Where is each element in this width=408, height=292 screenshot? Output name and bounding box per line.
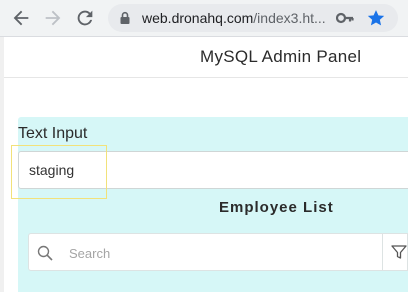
text-input-field[interactable] — [18, 151, 408, 189]
star-icon[interactable] — [366, 8, 386, 28]
employee-list-title: Employee List — [219, 199, 334, 216]
address-bar[interactable]: web.dronahq.com/index3.ht... — [108, 4, 398, 32]
filter-divider — [382, 234, 383, 270]
forward-arrow-icon[interactable] — [42, 7, 64, 29]
lock-icon[interactable] — [118, 11, 132, 25]
browser-toolbar: web.dronahq.com/index3.ht... — [0, 0, 408, 37]
url-text: web.dronahq.com/index3.ht... — [142, 10, 326, 26]
back-arrow-icon[interactable] — [10, 7, 32, 29]
reload-icon[interactable] — [74, 7, 96, 29]
page-title: MySQL Admin Panel — [200, 47, 362, 66]
app-header: MySQL Admin Panel — [4, 37, 408, 78]
url-path: /index3.ht... — [253, 10, 326, 26]
search-input[interactable] — [67, 242, 371, 264]
search-icon — [37, 245, 53, 261]
search-bar — [28, 233, 408, 271]
key-icon[interactable] — [336, 10, 354, 26]
text-input-label: Text Input — [18, 125, 88, 142]
filter-icon[interactable] — [391, 244, 407, 260]
url-host: web.dronahq.com — [142, 10, 254, 26]
page-content: MySQL Admin Panel Text Input Employee Li… — [0, 37, 408, 292]
